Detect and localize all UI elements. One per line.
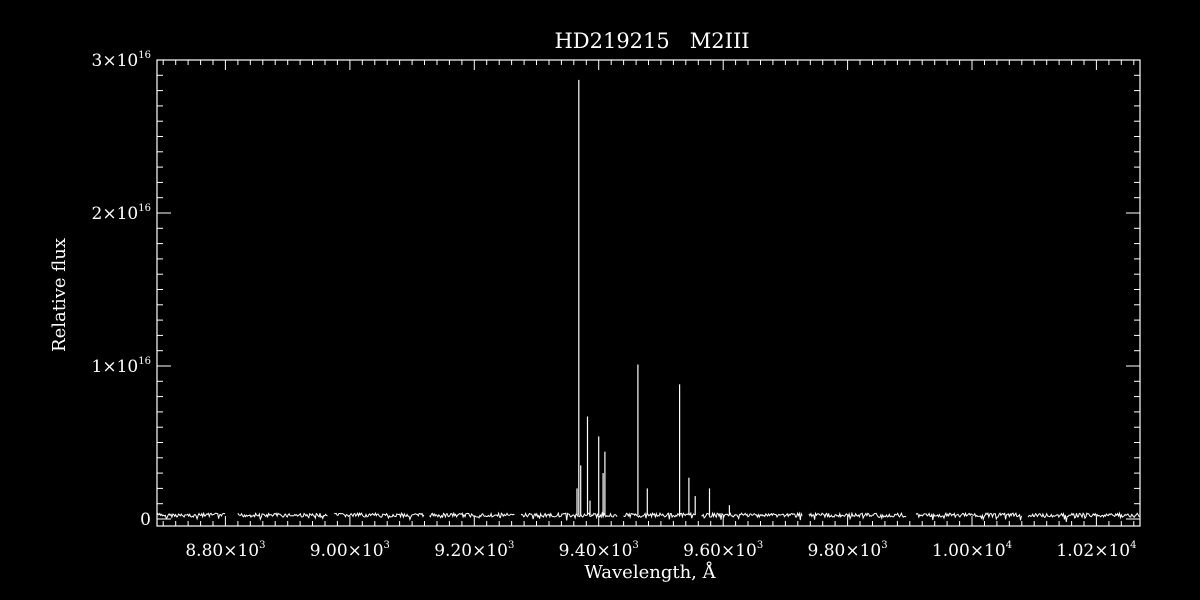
x-tick-label: 9.80×103	[808, 540, 888, 561]
x-tick-label: 9.60×103	[683, 540, 763, 561]
x-tick-label: 1.02×104	[1056, 540, 1136, 561]
x-tick-label: 8.80×103	[185, 540, 265, 561]
x-tick-label: 1.00×104	[932, 540, 1012, 561]
y-tick-label: 0	[140, 510, 151, 530]
spectrum-chart: HD219215 M2III Wavelength, Å Relative fl…	[0, 0, 1200, 600]
x-tick-label: 9.00×103	[310, 540, 390, 561]
x-tick-label: 9.40×103	[559, 540, 639, 561]
y-axis-label: Relative flux	[49, 238, 70, 352]
x-tick-label: 9.20×103	[434, 540, 514, 561]
x-axis-label: Wavelength, Å	[584, 561, 716, 583]
chart-background	[0, 0, 1200, 600]
chart-title: HD219215 M2III	[554, 29, 749, 53]
